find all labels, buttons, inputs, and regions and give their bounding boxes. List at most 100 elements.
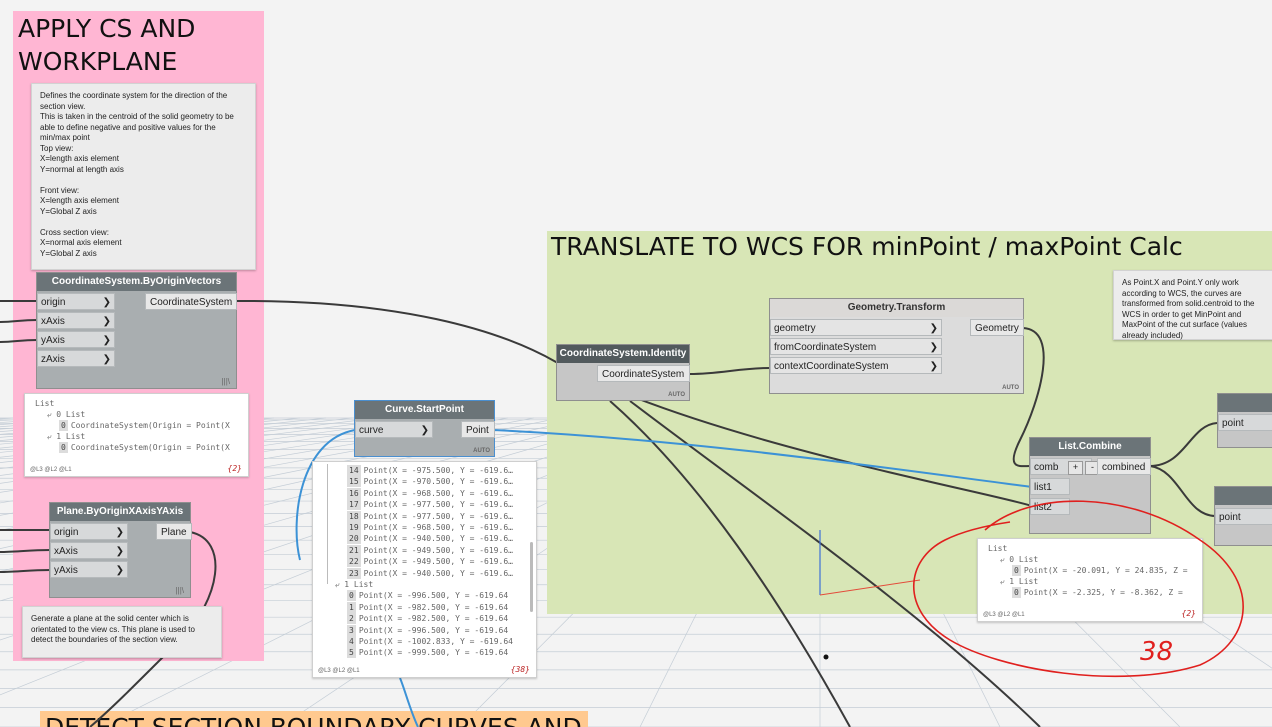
- output-port-combined[interactable]: combined: [1097, 458, 1151, 475]
- chevron-right-icon: ❯: [102, 335, 111, 346]
- preview-value: ⤶ 0 List: [47, 410, 86, 419]
- input-port-geometry[interactable]: geometry ❯: [770, 319, 942, 336]
- port-label: xAxis: [54, 546, 78, 557]
- node-title: List.Combine: [1030, 438, 1150, 456]
- lacing-indicator[interactable]: |||\: [222, 377, 230, 386]
- node-title: CoordinateSystem.ByOriginVectors: [37, 273, 236, 291]
- preview-value: Point(X = -940.500, Y = -619.6…: [363, 568, 513, 578]
- preview-value: ⤶ 0 List: [1000, 555, 1039, 564]
- preview-line: List: [988, 543, 1007, 554]
- input-port-xaxis[interactable]: xAxis ❯: [50, 542, 128, 559]
- preview-value: ⤶ 1 List: [47, 432, 86, 441]
- input-port-point[interactable]: point: [1215, 508, 1272, 525]
- node-plane-byoriginxaxisyaxis[interactable]: Plane.ByOriginXAxisYAxis origin ❯ xAxis ❯ …: [49, 502, 192, 598]
- wire: [0, 319, 38, 323]
- chevron-right-icon: ❯: [102, 354, 111, 365]
- input-port-fromcoordinatesystem[interactable]: fromCoordinateSystem ❯: [770, 338, 942, 355]
- output-port-point[interactable]: Point: [461, 421, 495, 438]
- add-input-button[interactable]: +: [1068, 460, 1083, 475]
- preview-value: Point(X = -996.500, Y = -619.64: [358, 591, 509, 601]
- preview-index: 19: [347, 522, 361, 533]
- preview-line: ⤶ 1 List: [47, 431, 85, 442]
- preview-line: 15 Point(X = -970.500, Y = -619.6…: [347, 476, 513, 488]
- wire: [1149, 465, 1216, 517]
- input-port-yaxis[interactable]: yAxis ❯: [50, 561, 128, 578]
- note-coordinate-system[interactable]: Defines the coordinate system for the di…: [31, 83, 256, 270]
- preview-line: 22 Point(X = -949.500, Y = -619.6…: [347, 556, 513, 568]
- list-levels: @L3 @L2 @L1: [30, 467, 72, 473]
- port-label: curve: [359, 425, 384, 436]
- preview-index: 3: [347, 624, 356, 636]
- input-port-origin[interactable]: origin ❯: [50, 523, 128, 540]
- preview-index: 0: [347, 590, 356, 602]
- preview-value: List: [35, 399, 55, 408]
- input-port-origin[interactable]: origin ❯: [37, 293, 115, 310]
- node-coordinatesystem-identity[interactable]: CoordinateSystem.Identity CoordinateSyst…: [556, 344, 690, 401]
- output-port-geometry[interactable]: Geometry: [970, 319, 1024, 336]
- output-port-plane[interactable]: Plane: [156, 523, 192, 540]
- node-curve-startpoint[interactable]: Curve.StartPoint curve ❯ Point AUTO: [354, 400, 495, 457]
- node-title: CoordinateSystem.Identity: [557, 345, 689, 363]
- node-geometry-transform[interactable]: Geometry.Transform geometry ❯ fromCoordin…: [769, 298, 1024, 394]
- preview-value: Point(X = -982.500, Y = -619.64: [358, 614, 509, 624]
- preview-value: Point(X = -982.500, Y = -619.64: [358, 602, 509, 612]
- item-count: {38}: [510, 665, 530, 674]
- preview-line: 17 Point(X = -977.500, Y = -619.6…: [347, 499, 513, 511]
- auto-badge: AUTO: [473, 448, 490, 454]
- lacing-indicator[interactable]: |||\: [176, 586, 184, 595]
- wire: [0, 549, 51, 553]
- preview-line: 1 Point(X = -982.500, Y = -619.64: [347, 601, 509, 613]
- output-port-coordinatesystem[interactable]: CoordinateSystem: [145, 293, 237, 310]
- graph-canvas[interactable]: APPLY CS AND WORKPLANE TRANSLATE TO WCS …: [0, 0, 1272, 727]
- input-port-yaxis[interactable]: yAxis ❯: [37, 331, 115, 348]
- input-port-list2[interactable]: list2: [1030, 498, 1070, 515]
- port-label: fromCoordinateSystem: [774, 342, 877, 353]
- preview-line: 19 Point(X = -968.500, Y = -619.6…: [347, 522, 513, 533]
- preview-value: CoordinateSystem(Origin = Point(X: [70, 443, 230, 452]
- node-list-combine[interactable]: List.Combine comb + - list1 list2 combine…: [1029, 437, 1151, 534]
- wire: [1149, 422, 1218, 467]
- preview-value: Point(X = -977.500, Y = -619.6…: [363, 511, 513, 521]
- chevron-right-icon: ❯: [929, 342, 938, 353]
- node-coordinatesystem-byoriginvectors[interactable]: CoordinateSystem.ByOriginVectors origin ❯…: [36, 272, 237, 389]
- tree-line: [327, 464, 328, 584]
- input-port-point[interactable]: point: [1218, 414, 1272, 431]
- input-port-list1[interactable]: list1: [1030, 478, 1070, 495]
- preview-list-combine[interactable]: List ⤶ 0 List 0 Point(X = -20.091, Y = 24.8…: [977, 538, 1203, 622]
- preview-coordinatesystem[interactable]: List ⤶ 0 List 0 CoordinateSystem(Origin = P…: [24, 393, 249, 477]
- input-port-curve[interactable]: curve ❯: [355, 421, 433, 438]
- scrollbar[interactable]: [530, 542, 533, 612]
- chevron-right-icon: ❯: [102, 316, 111, 327]
- output-port-coordinatesystem[interactable]: CoordinateSystem: [597, 365, 690, 382]
- chevron-right-icon: ❯: [929, 361, 938, 372]
- preview-value: Point(X = -977.500, Y = -619.6…: [363, 500, 513, 510]
- preview-index: 0: [59, 420, 68, 431]
- preview-index: 17: [347, 499, 361, 511]
- node-title: Curve.StartPoint: [355, 401, 494, 419]
- auto-badge: AUTO: [1002, 385, 1019, 391]
- chevron-right-icon: ❯: [115, 565, 124, 576]
- input-port-xaxis[interactable]: xAxis ❯: [37, 312, 115, 329]
- preview-value: Point(X = -949.500, Y = -619.6…: [363, 545, 513, 555]
- chevron-right-icon: ❯: [115, 546, 124, 557]
- preview-line: ⤶ 1 List: [1000, 576, 1038, 587]
- preview-line: 16 Point(X = -968.500, Y = -619.6…: [347, 487, 513, 499]
- port-label: origin: [41, 297, 66, 308]
- chevron-right-icon: ❯: [102, 297, 111, 308]
- input-port-contextcoordinatesystem[interactable]: contextCoordinateSystem ❯: [770, 357, 942, 374]
- preview-value: CoordinateSystem(Origin = Point(X: [70, 421, 230, 430]
- preview-startpoint[interactable]: 14 Point(X = -975.500, Y = -619.6… 15 Point…: [312, 461, 537, 678]
- item-count: {2}: [227, 464, 242, 473]
- preview-line: List: [35, 398, 54, 409]
- input-port-zaxis[interactable]: zAxis ❯: [37, 350, 115, 367]
- preview-index: 0: [1012, 587, 1021, 598]
- preview-line: 0 Point(X = -20.091, Y = 24.835, Z =: [1012, 565, 1188, 576]
- preview-line: ⤶ 0 List: [1000, 554, 1038, 565]
- note-wcs[interactable]: As Point.X and Point.Y only work accordi…: [1113, 270, 1272, 340]
- note-plane[interactable]: Generate a plane at the solid center whi…: [22, 606, 222, 658]
- node-right-partial-2[interactable]: point: [1214, 486, 1272, 546]
- preview-index: 14: [347, 465, 361, 476]
- node-right-partial-1[interactable]: point: [1217, 393, 1272, 448]
- port-label: xAxis: [41, 316, 65, 327]
- item-count: {2}: [1181, 609, 1196, 618]
